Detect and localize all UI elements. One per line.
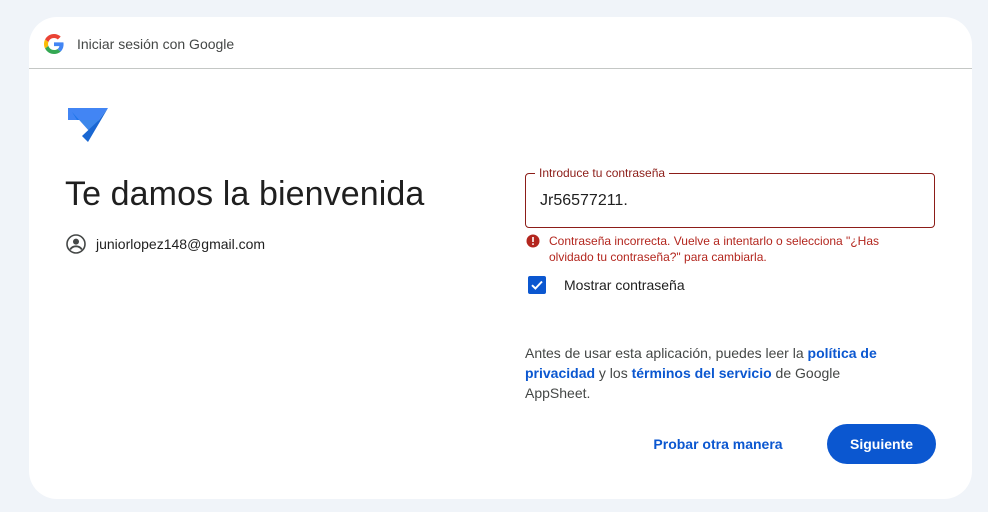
check-icon <box>531 280 543 290</box>
terms-of-service-link[interactable]: términos del servicio <box>632 365 772 381</box>
signin-header: Iniciar sesión con Google <box>29 17 972 69</box>
password-field: Introduce tu contraseña <box>525 166 935 228</box>
legal-notice: Antes de usar esta aplicación, puedes le… <box>525 343 905 403</box>
header-title: Iniciar sesión con Google <box>77 36 235 52</box>
signin-card: Iniciar sesión con Google Te damos la bi… <box>29 17 972 499</box>
show-password-checkbox[interactable] <box>528 276 546 294</box>
error-message: Contraseña incorrecta. Vuelve a intentar… <box>549 234 879 264</box>
show-password-label: Mostrar contraseña <box>564 277 685 293</box>
legal-middle: y los <box>595 365 632 381</box>
password-error: Contraseña incorrecta. Vuelve a intentar… <box>526 233 926 265</box>
next-button[interactable]: Siguiente <box>827 424 936 464</box>
account-circle-icon <box>66 234 86 254</box>
show-password-row[interactable]: Mostrar contraseña <box>528 276 685 294</box>
page-title: Te damos la bienvenida <box>65 175 425 213</box>
google-g-icon <box>44 34 64 54</box>
account-chip[interactable]: juniorlopez148@gmail.com <box>66 234 265 254</box>
password-input[interactable] <box>526 174 934 227</box>
account-email: juniorlopez148@gmail.com <box>96 236 266 252</box>
appsheet-logo-icon <box>68 108 108 142</box>
error-icon <box>526 234 540 248</box>
legal-prefix: Antes de usar esta aplicación, puedes le… <box>525 345 808 361</box>
try-another-way-button[interactable]: Probar otra manera <box>647 425 789 463</box>
